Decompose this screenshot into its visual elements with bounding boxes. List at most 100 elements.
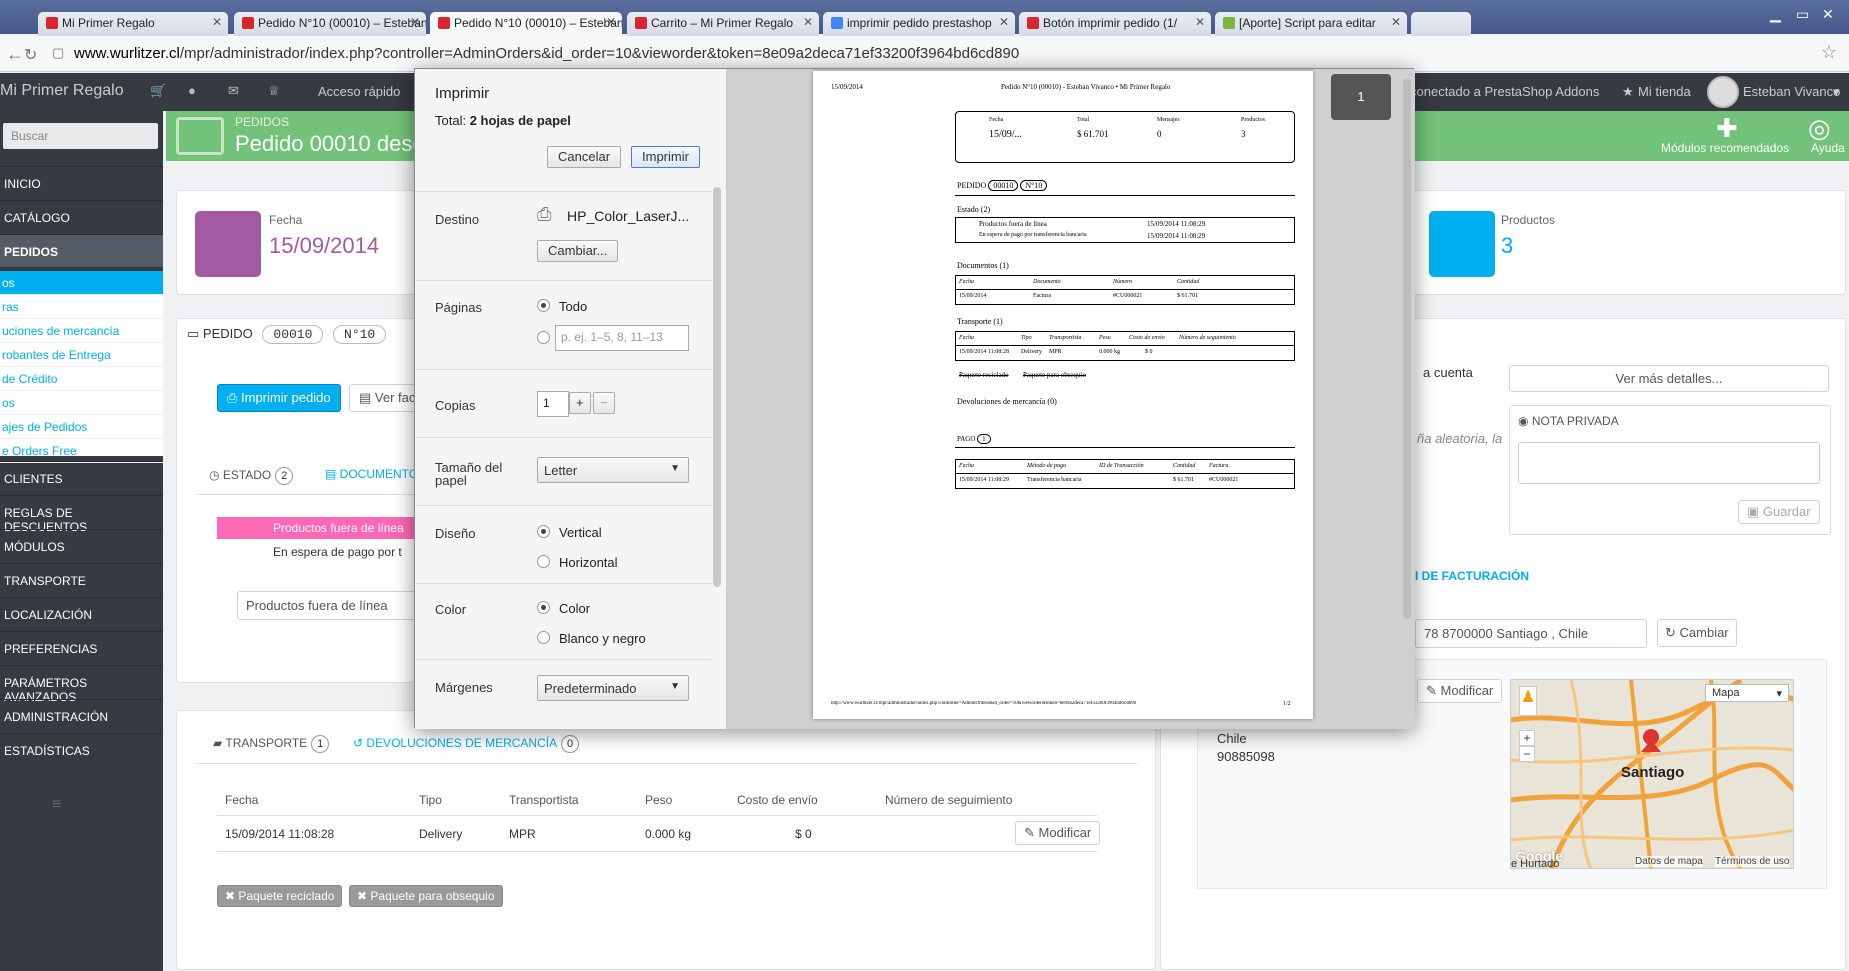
close-tab-icon[interactable]: ✕	[212, 15, 222, 29]
close-tab-icon[interactable]: ✕	[1391, 15, 1401, 29]
submenu-item[interactable]: os	[0, 391, 163, 415]
location-map[interactable]: ♟ + − Mapa ▾ Santiago Google e Hurtado Da…	[1510, 679, 1794, 869]
chevron-down-icon[interactable]: ▾	[1833, 84, 1840, 100]
tab-status[interactable]: ◷ ESTADO 2	[209, 467, 294, 485]
user-icon[interactable]: ●	[188, 83, 196, 98]
submenu-item[interactable]: uciones de mercancía	[0, 319, 163, 343]
browser-tab[interactable]: Carrito – Mi Primer Regalo ✕	[627, 12, 819, 36]
brand-name[interactable]: Mi Primer Regalo	[0, 82, 124, 100]
help-button[interactable]: Ayuda	[1811, 141, 1845, 155]
private-note-textarea[interactable]	[1518, 442, 1820, 484]
avatar[interactable]	[1707, 76, 1739, 108]
browser-tab[interactable]: Mi Primer Regalo ✕	[38, 12, 228, 36]
copies-increment-button[interactable]: +	[569, 392, 591, 414]
back-icon[interactable]: ←	[6, 44, 24, 65]
pages-range-input[interactable]: p. ej. 1–5, 8, 11–13	[555, 325, 689, 351]
paper-size-select[interactable]: Letter ▼	[537, 457, 689, 483]
gift-package-button[interactable]: ✖ Paquete para obsequio	[349, 885, 503, 907]
menu-collapse-icon[interactable]: ≡	[52, 796, 61, 814]
submenu-item[interactable]: ras	[0, 295, 163, 319]
change-address-button[interactable]: ↻ Cambiar	[1657, 619, 1737, 647]
close-window-icon[interactable]: ✕	[1822, 6, 1834, 23]
sidebar-item-pedidos[interactable]: PEDIDOS	[0, 234, 163, 267]
map-data-link[interactable]: Datos de mapa	[1635, 856, 1703, 867]
sidebar-item-catalogo[interactable]: CATÁLOGO	[0, 200, 163, 233]
print-button[interactable]: Imprimir	[631, 146, 700, 168]
pegman-icon[interactable]: ♟	[1519, 686, 1537, 716]
preview-scrollbar[interactable]	[1403, 79, 1411, 619]
copies-input[interactable]: 1	[537, 391, 569, 417]
billing-address-tab[interactable]: I DE FACTURACIÓN	[1415, 569, 1529, 583]
zoom-out-button[interactable]: −	[1519, 746, 1535, 762]
layout-portrait-radio[interactable]	[537, 525, 550, 538]
layout-landscape-radio[interactable]	[537, 555, 550, 568]
recycled-package-button[interactable]: ✖ Paquete reciclado	[217, 885, 343, 907]
reload-icon[interactable]: ↻	[24, 45, 37, 65]
tab-returns[interactable]: ↺ DEVOLUCIONES DE MERCANCÍA 0	[353, 735, 580, 753]
sidebar-item-clientes[interactable]: CLIENTES	[0, 461, 163, 494]
tab-documents[interactable]: ▤ DOCUMENTOS	[325, 467, 426, 481]
submenu-item[interactable]: ajes de Pedidos	[0, 415, 163, 439]
maximize-icon[interactable]: ▭	[1796, 6, 1809, 23]
color-color-radio[interactable]	[537, 601, 550, 614]
browser-tab-active[interactable]: Pedido N°10 (00010) – Esteban ✕	[430, 12, 622, 36]
trophy-icon[interactable]: ♕	[268, 83, 280, 99]
terms-of-use-link[interactable]: Términos de uso	[1715, 856, 1790, 867]
cart-icon[interactable]: 🛒	[150, 83, 166, 99]
zoom-in-button[interactable]: +	[1519, 730, 1535, 746]
settings-scrollbar[interactable]	[713, 187, 721, 587]
sidebar-item-reglas[interactable]: REGLAS DE DESCUENTOS	[0, 495, 163, 534]
close-tab-icon[interactable]: ✕	[410, 15, 420, 29]
sidebar-item-transporte[interactable]: TRANSPORTE	[0, 563, 163, 596]
close-tab-icon[interactable]: ✕	[1195, 15, 1205, 29]
pages-all-radio[interactable]	[537, 299, 550, 312]
sidebar-item-administracion[interactable]: ADMINISTRACIÓN	[0, 699, 163, 732]
recommended-modules-button[interactable]: Módulos recomendados	[1661, 141, 1789, 155]
browser-tab[interactable]: imprimir pedido prestashop ✕	[823, 12, 1015, 36]
cancel-button[interactable]: Cancelar	[547, 146, 622, 168]
sidebar-item-preferencias[interactable]: PREFERENCIAS	[0, 631, 163, 664]
new-tab-button[interactable]	[1411, 12, 1471, 36]
close-tab-icon[interactable]: ✕	[803, 15, 813, 29]
minimize-icon[interactable]: ▁	[1770, 6, 1781, 23]
mail-icon[interactable]: ✉	[228, 83, 239, 99]
submenu-item[interactable]: robantes de Entrega	[0, 343, 163, 367]
addons-link[interactable]: conectado a PrestaShop Addons	[1410, 84, 1599, 99]
browser-tab[interactable]: Pedido N°10 (00010) – Esteban ✕	[234, 12, 426, 36]
submenu-item[interactable]: os	[0, 271, 163, 295]
modify-address-button[interactable]: ✎ Modificar	[1417, 679, 1503, 703]
submenu-item[interactable]: de Crédito	[0, 367, 163, 391]
save-note-button[interactable]: ▣ Guardar	[1738, 500, 1820, 524]
map-type-select[interactable]: Mapa ▾	[1705, 684, 1789, 702]
lifebuoy-icon[interactable]: ◎	[1808, 113, 1831, 144]
browser-tab[interactable]: [Aporte] Script para editar ✕	[1215, 12, 1407, 36]
close-tab-icon[interactable]: ✕	[999, 15, 1009, 29]
more-details-button[interactable]: Ver más detalles...	[1509, 365, 1829, 392]
puzzle-icon[interactable]: ✚	[1716, 113, 1738, 144]
margins-select[interactable]: Predeterminado ▼	[537, 675, 689, 701]
sidebar-item-estadisticas[interactable]: ESTADÍSTICAS	[0, 733, 163, 766]
browser-tab[interactable]: Botón imprimir pedido (1/✕	[1019, 12, 1211, 36]
search-input[interactable]: Buscar	[3, 123, 158, 149]
sidebar-item-localizacion[interactable]: LOCALIZACIÓN	[0, 597, 163, 630]
change-printer-button[interactable]: Cambiar...	[537, 240, 619, 262]
breadcrumb[interactable]: PEDIDOS	[235, 115, 289, 129]
print-order-button[interactable]: ⎙ Imprimir pedido	[217, 384, 341, 412]
my-shop-link[interactable]: Mi tienda	[1638, 84, 1691, 99]
user-menu[interactable]: Esteban Vivanco	[1743, 84, 1840, 99]
close-tab-icon[interactable]: ✕	[606, 15, 616, 29]
address-select[interactable]: 78 8700000 Santiago , Chile	[1415, 619, 1647, 648]
pages-range-radio[interactable]	[537, 331, 550, 344]
sidebar-item-modulos[interactable]: MÓDULOS	[0, 529, 163, 562]
quick-access-menu[interactable]: Acceso rápido	[318, 84, 400, 99]
submenu-item[interactable]: e Orders Free	[0, 439, 163, 463]
sidebar-item-inicio[interactable]: INICIO	[0, 166, 163, 199]
bookmark-star-icon[interactable]: ☆	[1821, 42, 1837, 63]
edit-shipping-button[interactable]: ✎ Modificar	[1015, 821, 1101, 845]
tab-transport[interactable]: ▰ TRANSPORTE 1	[213, 735, 330, 753]
copies-decrement-button[interactable]: −	[593, 392, 615, 414]
sidebar-item-parametros[interactable]: PARÁMETROS AVANZADOS	[0, 665, 163, 704]
color-bw-radio[interactable]	[537, 631, 550, 644]
url-field[interactable]: www.wurlitzer.cl/mpr/administrador/index…	[74, 45, 1019, 62]
status-select[interactable]: Productos fuera de línea	[237, 591, 417, 620]
